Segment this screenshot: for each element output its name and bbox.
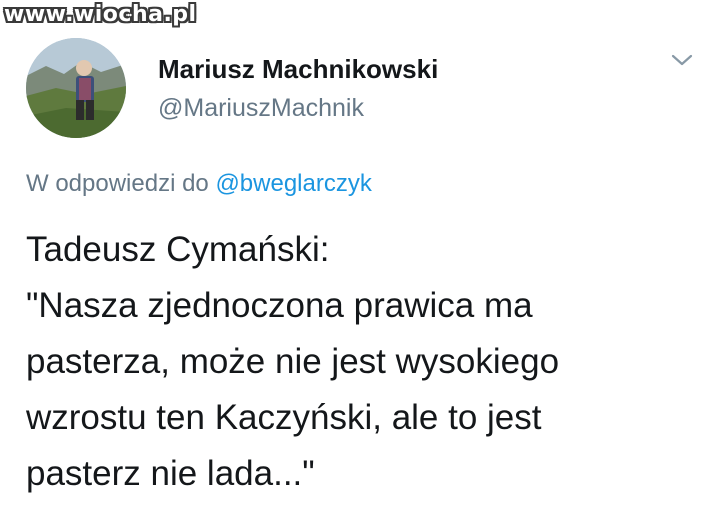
- watermark: www.wiocha.pl: [4, 2, 197, 27]
- author-name[interactable]: Mariusz Machnikowski: [158, 54, 438, 85]
- chevron-down-icon[interactable]: [670, 52, 694, 68]
- tweet-text: Tadeusz Cymański: "Nasza zjednoczona pra…: [26, 222, 706, 502]
- author-handle[interactable]: @MariuszMachnik: [158, 94, 364, 123]
- tweet-line: pasterza, może nie jest wysokiego: [26, 342, 560, 381]
- avatar[interactable]: [26, 38, 126, 138]
- tweet-line: "Nasza zjednoczona prawica ma: [26, 286, 533, 325]
- reply-prefix: W odpowiedzi do: [26, 170, 209, 197]
- tweet-line: wzrostu ten Kaczyński, ale to jest: [26, 398, 542, 437]
- tweet-line: pasterz nie lada...": [26, 454, 315, 493]
- reply-context: W odpowiedzi do @bweglarczyk: [26, 170, 372, 198]
- reply-handle-link[interactable]: @bweglarczyk: [215, 170, 371, 197]
- tweet-line: Tadeusz Cymański:: [26, 230, 330, 269]
